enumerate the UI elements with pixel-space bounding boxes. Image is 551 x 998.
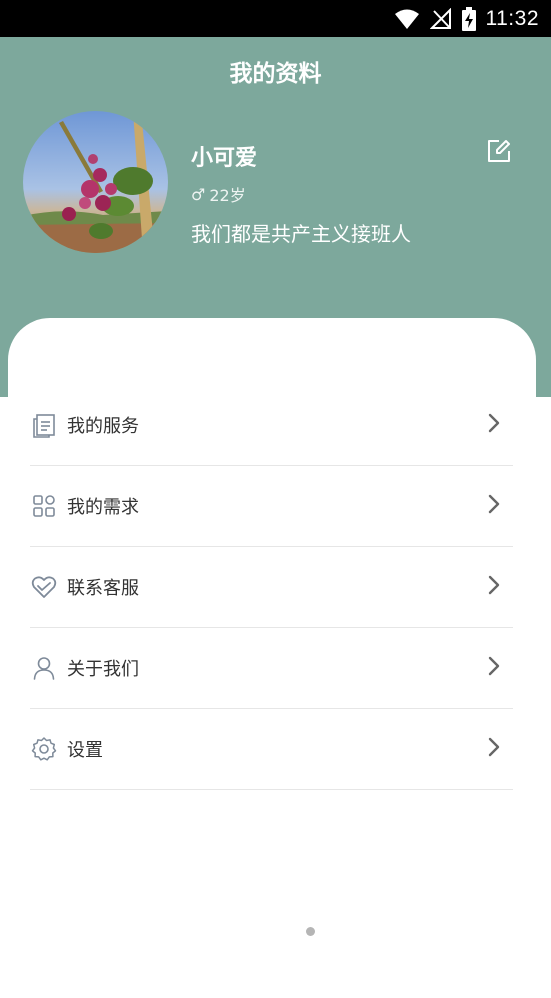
menu-item-label: 设置 — [67, 740, 103, 761]
avatar-image — [23, 111, 168, 253]
menu-item-label: 关于我们 — [67, 659, 139, 680]
age-text: 22岁 — [209, 186, 246, 205]
age-info: ♂ 22岁 — [191, 182, 246, 206]
chevron-right-icon — [488, 494, 500, 514]
chevron-right-icon — [488, 575, 500, 595]
heart-icon — [31, 574, 57, 600]
menu-item-customer-service[interactable]: 联系客服 — [30, 547, 513, 628]
wifi-icon — [394, 9, 419, 29]
chevron-right-icon — [488, 413, 500, 433]
menu-item-settings[interactable]: 设置 — [30, 709, 513, 790]
menu-item-label: 联系客服 — [67, 578, 139, 599]
menu-item-my-services[interactable]: 我的服务 — [30, 385, 513, 466]
status-bar: 11:32 — [0, 0, 551, 37]
avatar[interactable] — [23, 111, 168, 253]
battery-charging-icon — [461, 7, 476, 31]
menu-list: 我的服务 我的需求 联系客服 关于我们 设置 — [30, 385, 513, 790]
person-icon — [31, 655, 57, 681]
grid-icon — [31, 493, 57, 519]
menu-item-about-us[interactable]: 关于我们 — [30, 628, 513, 709]
chevron-right-icon — [488, 737, 500, 757]
male-icon: ♂ — [191, 184, 206, 204]
edit-icon[interactable] — [486, 138, 512, 164]
no-signal-icon — [429, 8, 451, 29]
page-title: 我的资料 — [229, 61, 322, 87]
menu-item-label: 我的服务 — [67, 416, 139, 437]
profile-signature: 我们都是共产主义接班人 — [191, 222, 411, 246]
username: 小可爱 — [191, 146, 258, 171]
page-indicator-dot — [306, 927, 315, 936]
menu-item-my-demands[interactable]: 我的需求 — [30, 466, 513, 547]
chevron-right-icon — [488, 656, 500, 676]
gear-icon — [31, 736, 57, 762]
document-icon — [31, 412, 57, 438]
menu-item-label: 我的需求 — [67, 497, 139, 518]
clock: 11:32 — [485, 7, 539, 30]
